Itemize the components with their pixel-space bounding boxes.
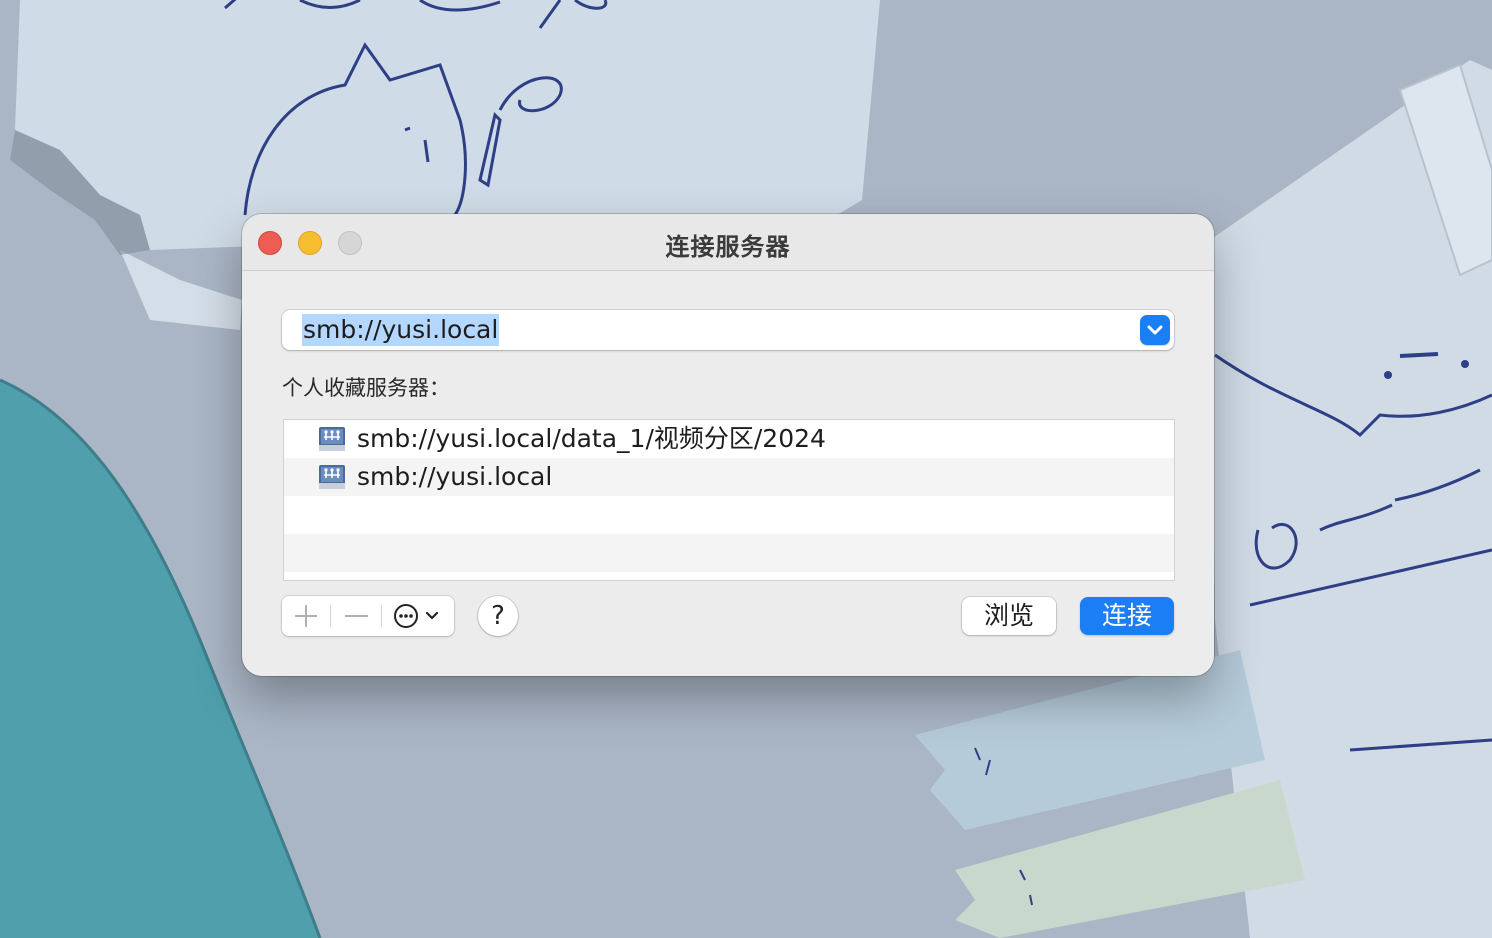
plus-icon [295,605,317,627]
network-server-icon [319,465,345,489]
desktop: 连接服务器 smb://yusi.local 个人收藏服务器： smb://yu… [0,0,1492,938]
favorites-edit-segmented-control [282,596,454,636]
network-server-icon [319,427,345,451]
favorite-server-row[interactable]: smb://yusi.local [284,458,1174,496]
window-title: 连接服务器 [665,233,791,261]
title-bar: 连接服务器 [242,214,1214,271]
connect-button[interactable]: 连接 [1080,597,1174,635]
empty-list-row [284,534,1174,572]
add-favorite-button[interactable] [282,596,328,636]
address-history-dropdown-button[interactable] [1140,315,1170,345]
help-button[interactable]: ? [478,596,518,636]
empty-list-row [284,496,1174,534]
ellipsis-circle-icon [394,604,439,628]
connect-server-dialog: 连接服务器 smb://yusi.local 个人收藏服务器： smb://yu… [242,214,1214,676]
favorite-server-row[interactable]: smb://yusi.local/data_1/视频分区/2024 [284,420,1174,458]
server-address-combo[interactable]: smb://yusi.local [282,310,1174,350]
favorite-servers-list[interactable]: smb://yusi.local/data_1/视频分区/2024 smb://… [283,419,1175,581]
minus-icon [345,615,368,617]
favorite-server-label: smb://yusi.local/data_1/视频分区/2024 [357,424,826,453]
remove-favorite-button[interactable] [332,596,380,636]
segment-divider [330,605,331,627]
chevron-down-icon [1147,325,1163,335]
segment-divider [381,605,382,627]
browse-button[interactable]: 浏览 [962,597,1056,635]
favorite-server-label: smb://yusi.local [357,462,553,491]
favorite-servers-label: 个人收藏服务器： [282,376,450,400]
server-address-input[interactable]: smb://yusi.local [302,314,500,346]
more-actions-menu-button[interactable] [383,596,454,636]
